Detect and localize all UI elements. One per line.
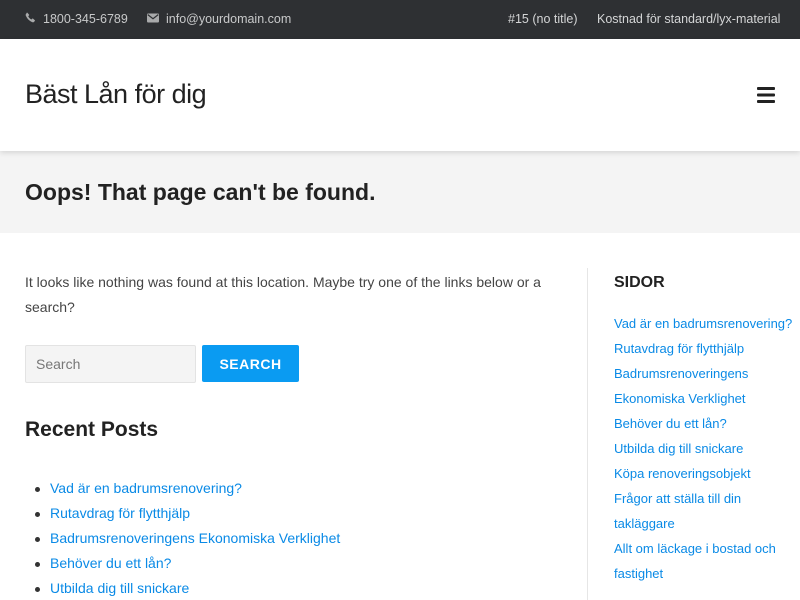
sidebar-page-link[interactable]: Köpa renoveringsobjekt — [614, 466, 751, 481]
sidebar-page-link[interactable]: Frågor att ställa till din takläggare — [614, 491, 741, 531]
phone-number: 1800-345-6789 — [43, 12, 128, 26]
sidebar-item: Rutavdrag för flytthjälp — [614, 336, 794, 361]
recent-post-link[interactable]: Utbilda dig till snickare — [50, 580, 189, 596]
contact-phone[interactable]: 1800-345-6789 — [25, 12, 128, 26]
recent-posts-heading: Recent Posts — [25, 418, 159, 441]
list-item: Rutavdrag för flytthjälp — [25, 501, 340, 526]
page-title: Oops! That page can't be found. — [25, 179, 376, 205]
sidebar-page-link[interactable]: Vad är en badrumsrenovering? — [614, 316, 792, 331]
list-item: Utbilda dig till snickare — [25, 576, 340, 600]
top-bar: 1800-345-6789 info@yourdomain.com #15 (n… — [0, 0, 800, 39]
sidebar-divider — [587, 268, 588, 600]
hamburger-menu-icon[interactable] — [757, 87, 775, 103]
top-menu-link-no-title[interactable]: #15 (no title) — [508, 12, 577, 26]
sidebar-page-link[interactable]: Badrumsrenoveringens Ekonomiska Verkligh… — [614, 366, 748, 406]
sidebar-page-link[interactable]: Utbilda dig till snickare — [614, 441, 743, 456]
sidebar-item: Behöver du ett lån? — [614, 411, 794, 436]
sidebar-item: Köpa renoveringsobjekt — [614, 461, 794, 486]
sidebar-item: Vad är en badrumsrenovering? — [614, 311, 794, 336]
sidebar-pages-list: Vad är en badrumsrenovering? Rutavdrag f… — [614, 311, 794, 586]
search-form: SEARCH — [25, 345, 325, 383]
recent-post-link[interactable]: Behöver du ett lån? — [50, 555, 171, 571]
recent-posts-list: Vad är en badrumsrenovering? Rutavdrag f… — [25, 476, 340, 600]
search-input[interactable] — [25, 345, 196, 383]
site-header: Bäst Lån för dig — [0, 39, 800, 151]
phone-icon — [25, 12, 36, 26]
top-menu-link-kostnad[interactable]: Kostnad för standard/lyx-material — [597, 12, 780, 26]
email-address: info@yourdomain.com — [166, 12, 292, 26]
sidebar-item: Badrumsrenoveringens Ekonomiska Verkligh… — [614, 361, 794, 411]
sidebar: SIDOR Vad är en badrumsrenovering? Rutav… — [614, 270, 794, 586]
page-title-band: Oops! That page can't be found. — [0, 151, 800, 233]
list-item: Behöver du ett lån? — [25, 551, 340, 576]
sidebar-item: Allt om läckage i bostad och fastighet — [614, 536, 794, 586]
list-item: Vad är en badrumsrenovering? — [25, 476, 340, 501]
sidebar-page-link[interactable]: Rutavdrag för flytthjälp — [614, 341, 744, 356]
sidebar-item: Utbilda dig till snickare — [614, 436, 794, 461]
sidebar-item: Frågor att ställa till din takläggare — [614, 486, 794, 536]
not-found-message: It looks like nothing was found at this … — [25, 274, 541, 315]
list-item: Badrumsrenoveringens Ekonomiska Verkligh… — [25, 526, 340, 551]
search-button[interactable]: SEARCH — [202, 345, 299, 382]
sidebar-heading: SIDOR — [614, 274, 665, 291]
contact-email[interactable]: info@yourdomain.com — [147, 12, 291, 26]
site-title[interactable]: Bäst Lån för dig — [25, 79, 207, 110]
recent-post-link[interactable]: Badrumsrenoveringens Ekonomiska Verkligh… — [50, 530, 340, 546]
recent-post-link[interactable]: Vad är en badrumsrenovering? — [50, 480, 242, 496]
recent-post-link[interactable]: Rutavdrag för flytthjälp — [50, 505, 190, 521]
main-content: It looks like nothing was found at this … — [25, 270, 565, 596]
sidebar-page-link[interactable]: Allt om läckage i bostad och fastighet — [614, 541, 776, 581]
envelope-icon — [147, 12, 159, 26]
sidebar-page-link[interactable]: Behöver du ett lån? — [614, 416, 727, 431]
